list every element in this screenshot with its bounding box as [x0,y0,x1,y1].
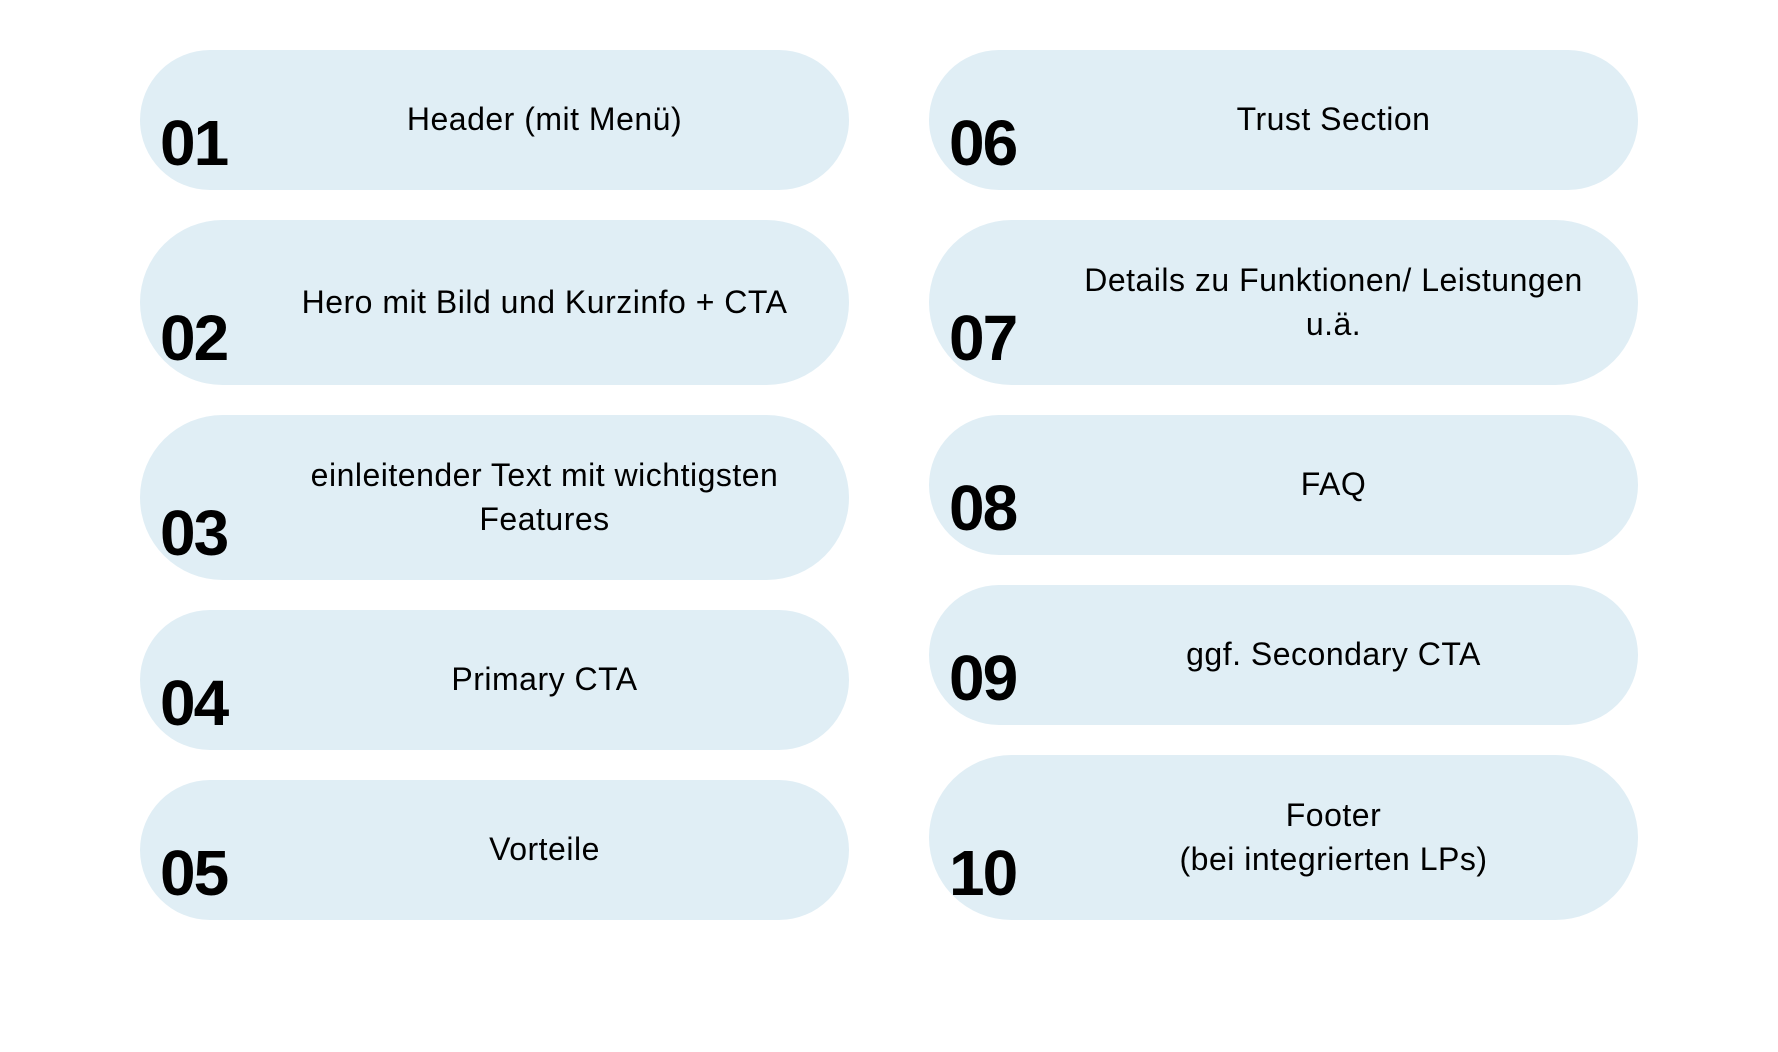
step-number: 04 [160,671,270,735]
step-06: 06 Trust Section [929,50,1638,190]
step-label: Details zu Funktionen/ Leistungen u.ä. [1059,259,1608,345]
step-label: Trust Section [1059,98,1608,141]
step-number: 10 [949,841,1059,905]
step-number: 01 [160,111,270,175]
step-label: Vorteile [270,828,819,871]
step-04: 04 Primary CTA [140,610,849,750]
step-number: 09 [949,646,1059,710]
step-label: Primary CTA [270,658,819,701]
diagram-container: 01 Header (mit Menü) 02 Hero mit Bild un… [140,50,1638,1002]
step-10: 10 Footer(bei integrierten LPs) [929,755,1638,920]
step-09: 09 ggf. Secondary CTA [929,585,1638,725]
step-02: 02 Hero mit Bild und Kurzinfo + CTA [140,220,849,385]
step-03: 03 einleitender Text mit wichtigsten Fea… [140,415,849,580]
step-number: 08 [949,476,1059,540]
step-label: Hero mit Bild und Kurzinfo + CTA [270,281,819,324]
step-label: Footer(bei integrierten LPs) [1059,794,1608,880]
step-05: 05 Vorteile [140,780,849,920]
step-label: FAQ [1059,463,1608,506]
step-01: 01 Header (mit Menü) [140,50,849,190]
step-08: 08 FAQ [929,415,1638,555]
right-column: 06 Trust Section 07 Details zu Funktione… [929,50,1638,1002]
step-number: 02 [160,306,270,370]
step-number: 05 [160,841,270,905]
step-number: 07 [949,306,1059,370]
step-number: 03 [160,501,270,565]
step-label: einleitender Text mit wichtigsten Featur… [270,454,819,540]
left-column: 01 Header (mit Menü) 02 Hero mit Bild un… [140,50,849,1002]
step-label: Header (mit Menü) [270,98,819,141]
step-number: 06 [949,111,1059,175]
step-label: ggf. Secondary CTA [1059,633,1608,676]
step-07: 07 Details zu Funktionen/ Leistungen u.ä… [929,220,1638,385]
